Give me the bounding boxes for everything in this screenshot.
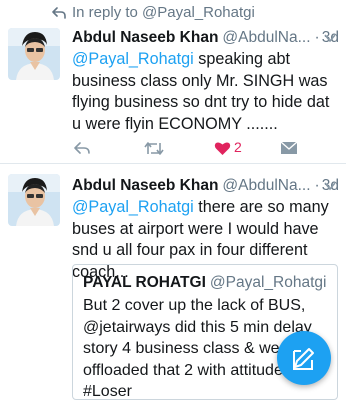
tweet-header: Abdul Naseeb Khan @AbdulNa... · 3d bbox=[72, 176, 342, 196]
quoted-author-name: PAYAL ROHATGI bbox=[83, 274, 206, 291]
mention-link[interactable]: @Payal_Rohatgi bbox=[72, 50, 194, 68]
quoted-tweet-header: PAYAL ROHATGI @Payal_Rohatgi bbox=[83, 273, 326, 293]
tweet[interactable]: Abdul Naseeb Khan @AbdulNa... · 3d @Payal_R… bbox=[0, 24, 346, 162]
quoted-author-handle: @Payal_Rohatgi bbox=[209, 274, 327, 291]
reply-arrow-icon bbox=[52, 7, 66, 19]
retweet-icon[interactable] bbox=[144, 141, 164, 156]
chevron-down-icon[interactable] bbox=[324, 181, 336, 191]
separator-dot: · bbox=[314, 177, 320, 194]
direct-message-icon[interactable] bbox=[280, 141, 298, 155]
author-name[interactable]: Abdul Naseeb Khan bbox=[72, 177, 218, 194]
compose-tweet-button[interactable] bbox=[277, 331, 331, 385]
tweet-header: Abdul Naseeb Khan @AbdulNa... · 3d bbox=[72, 28, 342, 48]
tweet-actions: 2 bbox=[72, 139, 342, 159]
separator-dot: · bbox=[314, 29, 320, 46]
author-name[interactable]: Abdul Naseeb Khan bbox=[72, 29, 218, 46]
heart-icon[interactable] bbox=[214, 141, 231, 156]
reply-icon[interactable] bbox=[74, 142, 90, 155]
avatar[interactable] bbox=[8, 28, 60, 80]
reply-context-text: In reply to @Payal_Rohatgi bbox=[72, 4, 255, 21]
mention-link[interactable]: @Payal_Rohatgi bbox=[72, 198, 194, 216]
author-handle[interactable]: @AbdulNa... bbox=[222, 29, 310, 46]
like-count: 2 bbox=[234, 139, 242, 155]
tweet-text: @Payal_Rohatgi speaking abt business cla… bbox=[72, 49, 342, 135]
chevron-down-icon[interactable] bbox=[324, 33, 336, 43]
reply-context-banner[interactable]: In reply to @Payal_Rohatgi bbox=[0, 0, 346, 26]
avatar[interactable] bbox=[8, 174, 60, 226]
tweet-divider bbox=[0, 163, 346, 164]
compose-icon bbox=[293, 348, 314, 370]
author-handle[interactable]: @AbdulNa... bbox=[222, 177, 310, 194]
